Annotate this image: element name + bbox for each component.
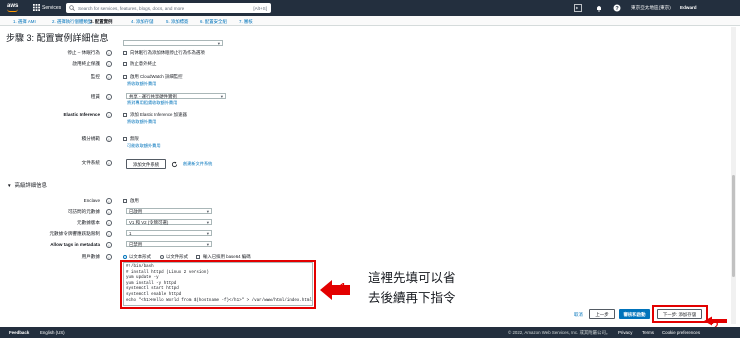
create-file-system-link[interactable]: 創建新文件系統 — [183, 161, 212, 167]
advanced-details-title: 高級詳細信息 — [14, 183, 47, 189]
hop-limit-select[interactable]: 1 — [126, 230, 212, 236]
info-icon[interactable]: i — [106, 230, 112, 237]
metadata-version-select[interactable]: V1 和 V2 (令牌可選) — [126, 219, 212, 225]
monitoring-label: 監控 — [90, 74, 100, 79]
annotation-highlight-next — [652, 305, 708, 323]
termination-protection-label: 啟用終止保護 — [72, 61, 100, 66]
enclave-label: Enclave — [83, 198, 100, 203]
termination-checkbox-label: 防止意外終止 — [130, 61, 157, 66]
help-icon[interactable]: ? — [613, 4, 621, 12]
monitoring-charges-link[interactable]: 將收取額外費用 — [127, 81, 156, 87]
search-shortcut: [Alt+S] — [253, 5, 267, 11]
region-selector[interactable]: 東京亞太地區(東京) — [631, 5, 671, 11]
file-systems-label: 文件系統 — [81, 160, 100, 165]
privacy-link[interactable]: Privacy — [618, 330, 632, 335]
advanced-details-toggle[interactable]: ▼ 高級詳細信息 — [7, 181, 47, 189]
info-icon[interactable]: i — [106, 93, 112, 100]
base64-checkbox[interactable] — [196, 254, 200, 259]
partial-dropdown[interactable] — [123, 40, 223, 46]
annotation-line-2: 去後續再下指令 — [368, 291, 456, 305]
metadata-version-label: 元數據版本 — [77, 220, 100, 225]
info-icon[interactable]: i — [106, 111, 112, 118]
footer-bar: Feedback English (US) © 2022, Amazon Web… — [0, 327, 740, 338]
info-icon[interactable]: i — [106, 219, 112, 226]
elastic-inference-checkbox-label: 添加 Elastic Inference 加速器 — [130, 112, 187, 117]
aws-logo-smile — [7, 9, 18, 12]
step-review[interactable]: 7. 審核 — [239, 19, 253, 25]
info-icon[interactable]: i — [106, 73, 112, 80]
monitoring-checkbox[interactable] — [123, 74, 127, 79]
cookie-preferences-link[interactable]: Cookie preferences — [662, 330, 700, 335]
annotation-number-1: 1 — [339, 280, 348, 297]
info-icon[interactable]: i — [106, 49, 112, 56]
feedback-link[interactable]: Feedback — [9, 330, 29, 335]
previous-button[interactable]: 上一步 — [589, 309, 615, 319]
hibernate-checkbox-label: 向休眠行為添加休眠停止行為作為選項 — [130, 50, 205, 55]
review-and-launch-button[interactable]: 審核和啟動 — [619, 309, 650, 319]
hibernate-checkbox[interactable] — [123, 50, 127, 55]
elastic-inference-charges-link[interactable]: 將收取額外費用 — [127, 119, 156, 125]
services-menu[interactable]: Services — [42, 5, 61, 11]
allow-tags-select[interactable]: 已禁用 — [126, 241, 212, 247]
shutdown-behavior-label: 停止 – 休眠行為 — [67, 50, 100, 55]
scrollbar-thumb[interactable] — [732, 175, 735, 277]
annotation-text: 這裡先填可以省 去後續再下指令 — [368, 268, 456, 308]
hop-limit-label: 元數據令牌響應跃點限制 — [49, 231, 100, 236]
search-icon — [69, 5, 75, 11]
language-selector[interactable]: English (US) — [40, 330, 65, 335]
step-configure-instance: 3. 配置實例 — [90, 18, 113, 24]
cancel-button[interactable]: 取消 — [574, 312, 583, 318]
services-grid-icon[interactable] — [33, 4, 40, 11]
info-icon[interactable]: i — [106, 135, 112, 142]
search-placeholder: Search for services, features, blogs, do… — [78, 5, 185, 11]
termination-checkbox[interactable] — [123, 61, 127, 66]
info-icon[interactable]: i — [106, 60, 112, 67]
elastic-inference-label: Elastic Inference — [63, 112, 100, 117]
info-icon[interactable]: i — [106, 253, 112, 260]
info-icon[interactable]: i — [106, 208, 112, 215]
annotation-arrow-icon — [320, 280, 350, 300]
page-title: 步驟 3: 配置實例詳細信息 — [6, 33, 109, 43]
annotation-line-1: 這裡先填可以省 — [368, 271, 456, 285]
step-instance-type[interactable]: 2. 選擇執行個體類型 — [52, 19, 92, 25]
terms-link[interactable]: Terms — [642, 330, 654, 335]
monitoring-checkbox-label: 啟用 CloudWatch 詳細監控 — [130, 74, 183, 79]
refresh-icon[interactable] — [171, 161, 178, 168]
credit-charges-link[interactable]: 可能收取額外費用 — [127, 143, 161, 149]
step-security-group[interactable]: 6. 配置安全組 — [200, 19, 227, 25]
metadata-access-select[interactable]: 已啟用 — [126, 208, 212, 214]
tenancy-select[interactable]: 共享 - 運行共享硬件實例 — [126, 93, 226, 99]
info-icon[interactable]: i — [106, 241, 112, 248]
credit-specification-label: 積分規範 — [81, 136, 100, 141]
page-scrollbar[interactable] — [731, 27, 736, 324]
step-add-tags[interactable]: 5. 添加標簽 — [166, 19, 188, 25]
wizard-steps: 1. 選擇 AMI 2. 選擇執行個體類型 3. 配置實例 4. 添加存儲 5.… — [0, 16, 740, 26]
collapse-triangle-icon: ▼ — [7, 183, 12, 188]
info-icon[interactable]: i — [106, 197, 112, 204]
copyright-text: © 2022, Amazon Web Services, Inc. 或其附屬公司… — [508, 330, 611, 335]
tenancy-charges-link[interactable]: 將對專用租賃收取額外費用 — [127, 100, 177, 106]
allow-tags-label: Allow tags in metadata — [50, 242, 100, 247]
enclave-checkbox-label: 啟用 — [130, 198, 139, 203]
cloudshell-icon[interactable] — [574, 4, 582, 12]
account-menu[interactable]: Edward — [680, 5, 697, 10]
tenancy-label: 租賃 — [90, 94, 100, 99]
as-file-radio[interactable] — [160, 254, 164, 259]
unlimited-checkbox[interactable] — [123, 136, 127, 141]
step-add-storage[interactable]: 4. 添加存儲 — [131, 19, 153, 25]
unlimited-checkbox-label: 無限 — [130, 136, 139, 141]
top-navigation-bar: aws Services Search for services, featur… — [0, 0, 740, 16]
notifications-bell-icon[interactable] — [595, 4, 603, 12]
add-file-system-button[interactable]: 添加文件系統 — [126, 159, 166, 169]
enclave-checkbox[interactable] — [123, 198, 127, 203]
elastic-inference-checkbox[interactable] — [123, 112, 127, 117]
search-input[interactable]: Search for services, features, blogs, do… — [66, 3, 271, 13]
user-data-label: 用戶數據 — [81, 254, 100, 259]
step-choose-ami[interactable]: 1. 選擇 AMI — [13, 19, 36, 25]
as-text-radio[interactable] — [123, 254, 127, 259]
info-icon[interactable]: i — [106, 159, 112, 166]
metadata-access-label: 可訪問的元數據 — [67, 209, 100, 214]
annotation-highlight-userdata — [120, 260, 316, 309]
